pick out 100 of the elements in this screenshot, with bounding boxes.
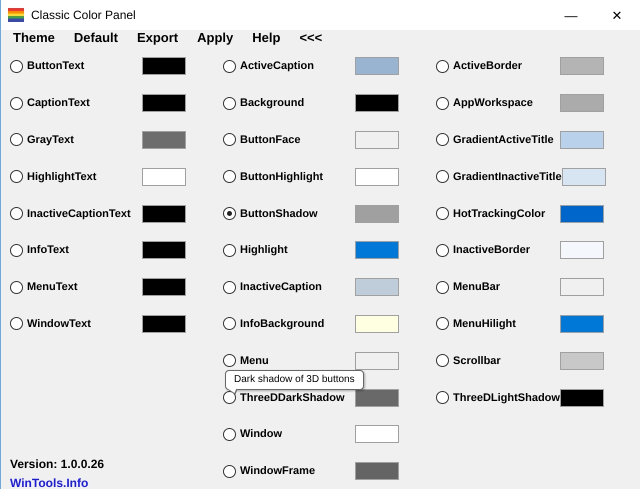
color-swatch[interactable] [142,130,186,149]
color-swatch[interactable] [355,168,399,186]
radio-button[interactable] [10,133,23,146]
color-swatch[interactable] [355,94,399,112]
radio-button[interactable] [223,244,236,257]
color-swatch[interactable] [355,425,399,444]
radio-button[interactable] [10,244,23,257]
color-label: CaptionText [27,97,90,110]
radio-button[interactable] [436,170,449,184]
color-swatch[interactable] [560,278,604,296]
color-swatch[interactable] [355,352,399,370]
radio-button[interactable] [436,207,449,220]
radio-button[interactable] [10,96,23,110]
menu-item[interactable]: Default [66,30,126,45]
color-swatch[interactable] [560,352,604,370]
radio-button[interactable] [10,280,23,294]
color-label: InfoText [27,244,69,256]
color-label: MenuHilight [453,318,516,330]
radio-button[interactable] [223,207,236,220]
color-label: MenuBar [453,281,500,294]
color-swatch[interactable] [142,94,186,112]
radio-button[interactable] [223,280,236,294]
color-swatch[interactable] [560,314,604,333]
color-label: InactiveBorder [453,244,530,256]
close-button[interactable]: ✕ [594,0,640,30]
color-swatch[interactable] [142,204,186,223]
radio-button[interactable] [436,317,449,330]
color-swatch[interactable] [560,130,604,149]
color-swatch[interactable] [560,241,604,260]
color-label: ThreeDLightShadow [453,392,560,404]
color-swatch[interactable] [355,57,399,76]
color-label: WindowFrame [240,465,316,478]
color-label: Background [240,97,304,110]
color-label: WindowText [27,318,91,330]
menu-item[interactable]: Export [128,30,186,45]
color-label: GradientActiveTitle [453,134,554,146]
color-label: InactiveCaption [240,281,322,294]
color-label: Menu [240,354,269,367]
radio-button[interactable] [10,207,23,220]
color-label: ThreeDDarkShadow [240,392,345,404]
rainbow-icon [8,8,24,22]
radio-button[interactable] [436,244,449,257]
color-swatch[interactable] [142,168,186,186]
radio-button[interactable] [223,96,236,110]
menu-item[interactable]: Theme [5,30,63,45]
color-label: GrayText [27,134,74,146]
radio-button[interactable] [223,133,236,146]
color-swatch[interactable] [562,168,606,186]
radio-button[interactable] [436,133,449,146]
radio-button[interactable] [436,60,449,73]
color-swatch[interactable] [560,204,604,223]
color-label: Highlight [240,244,288,256]
color-swatch[interactable] [355,204,399,223]
color-label: Scrollbar [453,354,501,367]
color-swatch[interactable] [560,94,604,112]
menu-item[interactable]: Help [244,30,288,45]
radio-button[interactable] [10,170,23,184]
radio-button[interactable] [10,60,23,73]
radio-button[interactable] [436,96,449,110]
color-label: HotTrackingColor [453,208,546,220]
radio-button[interactable] [223,170,236,184]
radio-button[interactable] [436,391,449,404]
color-label: InfoBackground [240,318,324,330]
color-swatch[interactable] [355,241,399,260]
color-label: HighlightText [27,170,96,183]
color-swatch[interactable] [355,462,399,480]
color-label: MenuText [27,281,78,294]
radio-button[interactable] [436,280,449,294]
radio-button[interactable] [223,391,236,404]
color-label: ButtonText [27,60,84,72]
version-text: Version: 1.0.0.26 [10,456,106,471]
radio-button[interactable] [436,354,449,368]
radio-button[interactable] [10,317,23,330]
radio-button[interactable] [223,354,236,368]
menu-item[interactable]: Apply [189,30,242,45]
color-swatch[interactable] [560,388,604,407]
color-swatch[interactable] [355,314,399,333]
color-swatch[interactable] [142,241,186,260]
color-label: InactiveCaptionText [27,208,131,220]
color-label: ButtonFace [240,134,300,146]
radio-button[interactable] [223,428,236,441]
color-label: ButtonShadow [240,208,318,220]
color-label: ActiveCaption [240,60,314,72]
color-label: ActiveBorder [453,60,522,72]
color-label: GradientInactiveTitle [453,170,562,183]
color-swatch[interactable] [355,130,399,149]
radio-button[interactable] [223,60,236,73]
radio-button[interactable] [223,317,236,330]
menu-item[interactable]: <<< [291,30,330,45]
website-link[interactable]: WinTools.Info [10,476,186,489]
color-swatch[interactable] [355,388,399,407]
radio-button[interactable] [223,464,236,478]
color-swatch[interactable] [142,314,186,333]
color-swatch[interactable] [142,278,186,296]
color-swatch[interactable] [355,278,399,296]
color-label: Window [240,428,282,440]
window-title: Classic Color Panel [31,8,137,22]
color-swatch[interactable] [142,57,186,76]
minimize-button[interactable]: — [548,0,594,30]
color-swatch[interactable] [560,57,604,76]
